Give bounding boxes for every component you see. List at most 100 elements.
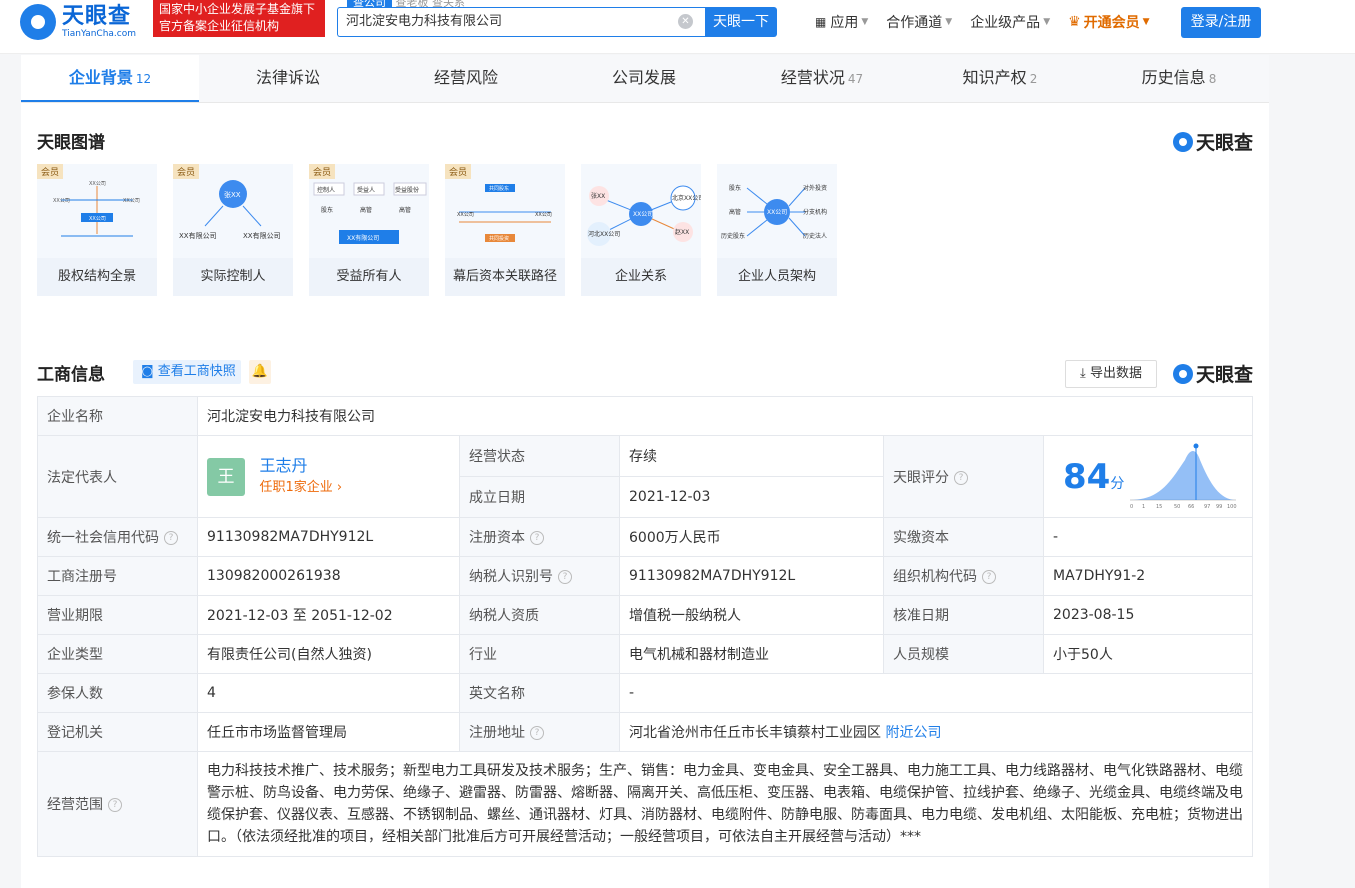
score-label-cell: 天眼评分? — [883, 435, 1044, 518]
thumb-text: 历史股东 — [721, 232, 745, 240]
graph-section-title: 天眼图谱 — [37, 133, 105, 153]
card-label: 受益所有人 — [336, 269, 402, 284]
nav-apps-label: 应用 — [830, 15, 859, 31]
tab-label: 企业背景 — [68, 68, 133, 87]
address-label-cell: 注册地址? — [459, 712, 620, 752]
staff-value: 小于50人 — [1043, 634, 1253, 674]
member-tag: 会员 — [173, 164, 200, 179]
table-row: 营业期限 2021-12-03 至 2051-12-02 纳税人资质 增值税一般… — [37, 595, 1253, 635]
business-info-title: 工商信息 — [37, 365, 105, 385]
address-cell: 河北省沧州市任丘市长丰镇蔡村工业园区 附近公司 — [619, 712, 1253, 752]
help-icon[interactable]: ? — [108, 798, 122, 812]
bell-icon[interactable]: 🔔 — [249, 360, 271, 384]
paid-value: - — [1043, 517, 1253, 557]
tab-background[interactable]: 企业背景 12 — [21, 55, 199, 102]
logo-text: 天眼查 — [62, 4, 132, 29]
row-label: 成立日期 — [459, 476, 620, 518]
row-label: 核准日期 — [883, 595, 1044, 635]
thumb-text: XX公司 — [535, 212, 552, 218]
row-label: 组织机构代码 — [893, 569, 977, 585]
clear-search-icon[interactable]: ✕ — [678, 14, 693, 29]
thumb-text: 张XX — [591, 192, 605, 200]
scope-label-cell: 经营范围? — [37, 751, 198, 857]
nav-vip[interactable]: ♛ 开通会员 ▼ — [1068, 12, 1149, 32]
row-label: 登记机关 — [37, 712, 198, 752]
score-tick: 0 — [1130, 504, 1133, 510]
help-icon[interactable]: ? — [954, 470, 968, 485]
view-snapshot-button[interactable]: ◙ 查看工商快照 — [133, 360, 241, 384]
graph-cards: XX公司 XX公司 XX公司 XX公司 会员 股权结构全景 张XX XX有限公司… — [37, 164, 853, 296]
credit-value: 91130982MA7DHY912L — [197, 517, 460, 557]
table-row: 登记机关 任丘市市场监督管理局 注册地址? 河北省沧州市任丘市长丰镇蔡村工业园区… — [37, 712, 1253, 752]
search-button[interactable]: 天眼一下 — [705, 7, 777, 37]
row-label: 注册资本 — [469, 530, 525, 546]
thumb-text: 控制人 — [317, 186, 335, 194]
tax-id-value: 91130982MA7DHY912L — [619, 556, 884, 596]
graph-card-controller[interactable]: 张XX XX有限公司 XX有限公司 会员 实际控制人 — [173, 164, 293, 296]
nav-enterprise[interactable]: 企业级产品 ▼ — [970, 12, 1050, 32]
row-label: 实缴资本 — [883, 517, 1044, 557]
capital-path-thumbnail: 共同股东 XX公司 XX公司 共同投资 会员 — [445, 164, 565, 258]
legal-rep-name-link[interactable]: 王志丹 — [259, 455, 342, 477]
tab-operation[interactable]: 经营状况 47 — [733, 55, 911, 102]
score-distribution-chart: 0 1 15 50 66 97 99 100 — [1130, 443, 1237, 510]
export-label: 导出数据 — [1089, 366, 1142, 381]
tab-ip[interactable]: 知识产权 2 — [911, 55, 1089, 102]
tianyancha-logo[interactable]: 天眼查 TianYanCha.com — [20, 2, 148, 42]
capital-value: 6000万人民币 — [619, 517, 884, 557]
score-tick: 15 — [1156, 504, 1162, 510]
nav-partner[interactable]: 合作通道 ▼ — [886, 12, 952, 32]
row-label: 纳税人资质 — [459, 595, 620, 635]
graph-card-relation[interactable]: 张XX XX公司 北京XX公司 河北XX公司 赵XX 企业关系 — [581, 164, 701, 296]
table-row: 参保人数 4 英文名称 - — [37, 673, 1253, 713]
export-data-button[interactable]: ⤓ 导出数据 — [1065, 360, 1157, 388]
thumb-text: 共同投资 — [489, 235, 509, 242]
company-name-value: 河北淀安电力科技有限公司 — [197, 396, 1253, 436]
apps-grid-icon: ▦ — [815, 15, 827, 29]
tab-label: 经营风险 — [433, 68, 498, 87]
thumb-text: XX有限公司 — [243, 231, 281, 240]
help-icon[interactable]: ? — [558, 570, 572, 584]
score-tick: 100 — [1227, 504, 1237, 510]
tab-risk[interactable]: 经营风险 — [377, 55, 555, 102]
nearby-companies-link[interactable]: 附近公司 — [885, 725, 941, 741]
thumb-text: 股东 — [729, 184, 741, 192]
row-label: 统一社会信用代码 — [47, 530, 159, 546]
org-code-label-cell: 组织机构代码? — [883, 556, 1044, 596]
help-icon[interactable]: ? — [530, 726, 544, 740]
logo-eye-icon — [20, 4, 56, 40]
row-label: 英文名称 — [459, 673, 620, 713]
row-label: 法定代表人 — [37, 435, 198, 518]
tab-label: 知识产权 — [962, 68, 1027, 87]
tab-history[interactable]: 历史信息 8 — [1089, 55, 1269, 102]
thumb-text: 对外投资 — [803, 184, 827, 192]
card-label: 幕后资本关联路径 — [452, 269, 557, 284]
search-input[interactable]: 河北淀安电力科技有限公司 — [337, 7, 705, 37]
legal-rep-companies-link[interactable]: 任职1家企业 › — [259, 477, 342, 499]
graph-card-beneficiary[interactable]: 控制人 受益人 受益股份 股东 高管 高管 XX有限公司 会员 受益所有人 — [309, 164, 429, 296]
beneficiary-thumbnail: 控制人 受益人 受益股份 股东 高管 高管 XX有限公司 会员 — [309, 164, 429, 258]
nav-apps[interactable]: ▦ 应用 ▼ — [815, 12, 868, 32]
badge-line-2: 官方备案企业征信机构 — [159, 19, 280, 33]
brand-eye-icon — [1173, 131, 1193, 152]
business-info-table: 企业名称 河北淀安电力科技有限公司 法定代表人 王 王志丹 任职1家企业 › 经… — [37, 396, 1253, 857]
tab-count: 2 — [1029, 72, 1038, 86]
graph-card-equity[interactable]: XX公司 XX公司 XX公司 XX公司 会员 股权结构全景 — [37, 164, 157, 296]
nav-enterprise-label: 企业级产品 — [970, 15, 1041, 31]
graph-card-personnel[interactable]: XX公司 股东 高管 历史股东 对外投资 分支机构 历史法人 企业人员架构 — [717, 164, 837, 296]
row-label: 天眼评分 — [893, 469, 949, 486]
tab-development[interactable]: 公司发展 — [555, 55, 733, 102]
row-label: 工商注册号 — [37, 556, 198, 596]
score-value: 84 — [1063, 456, 1111, 497]
table-row: 工商注册号 130982000261938 纳税人识别号? 91130982MA… — [37, 556, 1253, 596]
help-icon[interactable]: ? — [530, 531, 544, 545]
thumb-text: XX公司 — [767, 209, 787, 216]
crown-icon: ♛ — [1068, 14, 1081, 30]
tab-litigation[interactable]: 法律诉讼 — [199, 55, 377, 102]
help-icon[interactable]: ? — [982, 570, 996, 584]
member-tag: 会员 — [445, 164, 472, 179]
graph-card-capital-path[interactable]: 共同股东 XX公司 XX公司 共同投资 会员 幕后资本关联路径 — [445, 164, 565, 296]
thumb-text: XX有限公司 — [179, 231, 217, 240]
help-icon[interactable]: ? — [164, 531, 178, 545]
login-register-button[interactable]: 登录/注册 — [1181, 7, 1261, 38]
